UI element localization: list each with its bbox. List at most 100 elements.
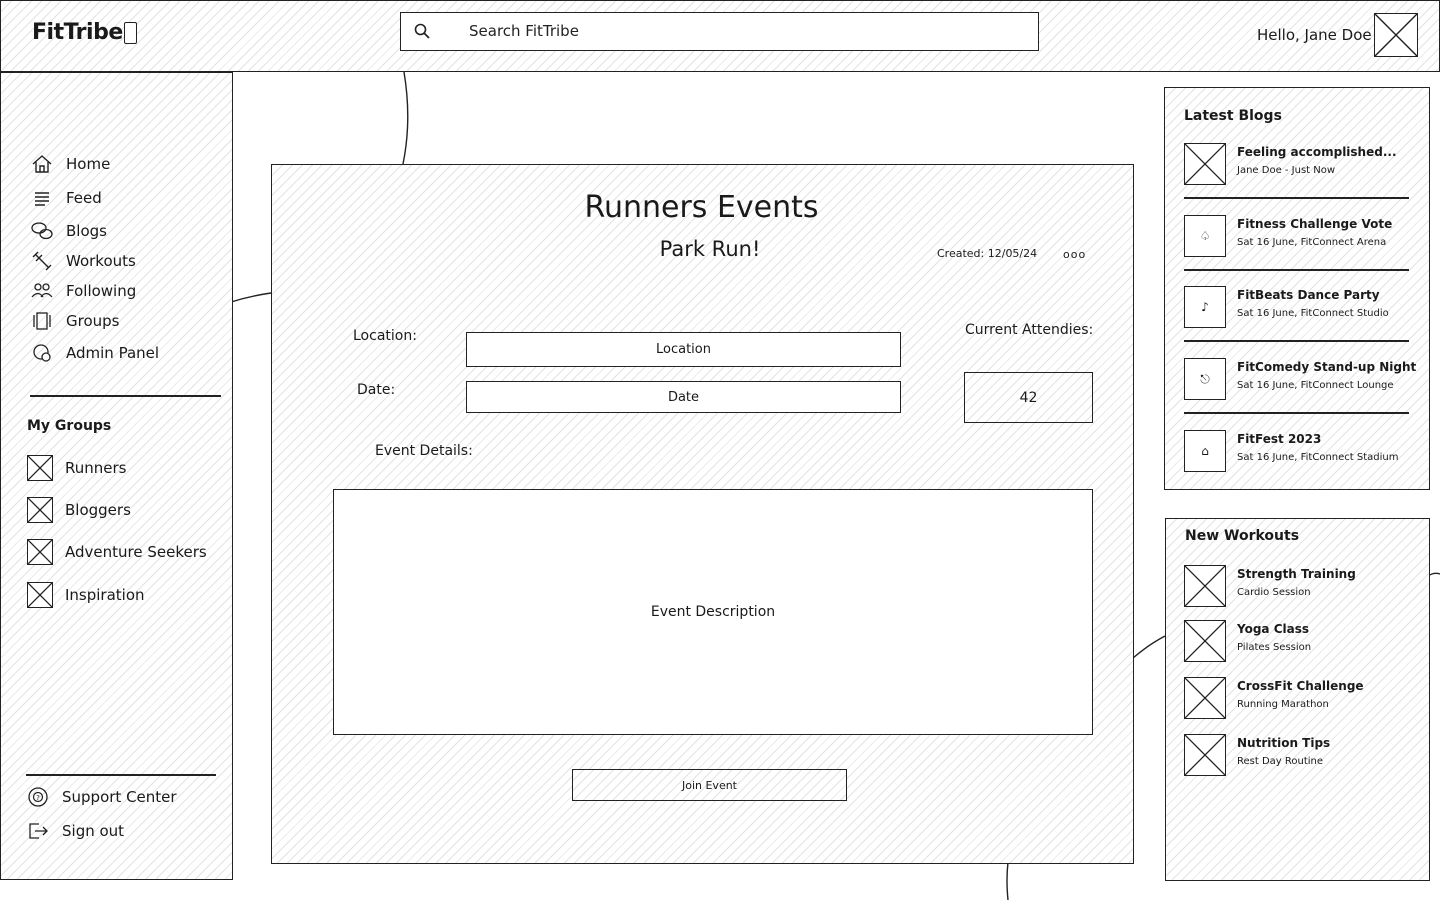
- group-thumbnail-icon: [27, 539, 53, 565]
- placeholder-image-icon: [1184, 565, 1226, 607]
- more-options-icon[interactable]: ooo: [1063, 248, 1086, 261]
- sidebar-item-workouts[interactable]: Workouts: [30, 248, 136, 274]
- group-item-inspiration[interactable]: Inspiration: [27, 582, 145, 608]
- blog-card[interactable]: Feeling accomplished... Jane Doe - Just …: [1184, 143, 1409, 199]
- sidebar-item-home[interactable]: Home: [30, 151, 110, 177]
- workout-title: Nutrition Tips: [1237, 736, 1331, 750]
- workout-title: Strength Training: [1237, 567, 1356, 581]
- blog-divider: [1184, 412, 1409, 414]
- blog-divider: [1184, 340, 1409, 342]
- blog-card[interactable]: ♤ Fitness Challenge Vote Sat 16 June, Fi…: [1184, 215, 1409, 271]
- search-placeholder: Search FitTribe: [469, 22, 579, 40]
- sidebar-item-label: Following: [66, 282, 137, 300]
- home-icon: [32, 155, 52, 173]
- blog-divider: [1184, 197, 1409, 199]
- attendees-label: Current Attendies:: [965, 322, 1094, 338]
- workout-title: Yoga Class: [1237, 622, 1309, 636]
- app-logo[interactable]: FitTribe: [32, 20, 123, 45]
- blog-title: Feeling accomplished...: [1237, 145, 1397, 159]
- sidebar-footer-divider: [26, 774, 216, 776]
- svg-text:?: ?: [36, 794, 40, 802]
- chat-bubbles-icon: [31, 222, 53, 240]
- page-title: Runners Events: [584, 190, 819, 225]
- blog-divider: [1184, 269, 1409, 271]
- workout-card[interactable]: Nutrition Tips Rest Day Routine: [1184, 734, 1409, 776]
- event-name: Park Run!: [659, 237, 761, 261]
- sidebar-item-support-center[interactable]: ? Support Center: [26, 784, 177, 810]
- group-item-runners[interactable]: Runners: [27, 455, 126, 481]
- placeholder-image-icon: [1184, 734, 1226, 776]
- blog-title: FitComedy Stand-up Night: [1237, 360, 1417, 374]
- sidebar-item-label: Blogs: [66, 222, 107, 240]
- event-description-field[interactable]: Event Description: [333, 489, 1093, 735]
- placeholder-image-icon: [1184, 143, 1226, 185]
- blog-title: FitFest 2023: [1237, 432, 1322, 446]
- workout-subtitle: Running Marathon: [1237, 699, 1329, 710]
- group-item-adventure-seekers[interactable]: Adventure Seekers: [27, 539, 207, 565]
- sidebar-item-admin-panel[interactable]: Admin Panel: [30, 340, 159, 366]
- trophy-icon: ♤: [1184, 215, 1226, 257]
- sidebar-item-label: Sign out: [62, 822, 125, 840]
- created-date: Created: 12/05/24: [937, 247, 1038, 260]
- sidebar-item-label: Support Center: [62, 788, 177, 806]
- sidebar-item-sign-out[interactable]: Sign out: [26, 818, 124, 844]
- group-label: Bloggers: [65, 501, 131, 519]
- blog-title: FitBeats Dance Party: [1237, 288, 1380, 302]
- sidebar-item-feed[interactable]: Feed: [30, 185, 102, 211]
- avatar[interactable]: [1374, 13, 1418, 57]
- blog-card[interactable]: ⌂ FitFest 2023 Sat 16 June, FitConnect S…: [1184, 430, 1409, 472]
- sidebar-item-label: Workouts: [66, 252, 136, 270]
- dumbbell-icon: [32, 251, 52, 271]
- new-workouts-heading: New Workouts: [1185, 528, 1300, 544]
- workout-title: CrossFit Challenge: [1237, 679, 1364, 693]
- people-icon: [31, 283, 53, 298]
- microphone-icon: ⎋: [1184, 358, 1226, 400]
- feed-icon: [35, 192, 49, 206]
- blog-title: Fitness Challenge Vote: [1237, 217, 1393, 231]
- sidebar-item-label: Feed: [66, 189, 102, 207]
- blog-card[interactable]: ⎋ FitComedy Stand-up Night Sat 16 June, …: [1184, 358, 1416, 414]
- sidebar-item-groups[interactable]: Groups: [30, 308, 119, 334]
- date-field[interactable]: Date: [466, 381, 901, 413]
- location-label: Location:: [353, 328, 417, 344]
- join-event-button[interactable]: Join Event: [572, 769, 847, 801]
- placeholder-image-icon: [1184, 620, 1226, 662]
- group-label: Adventure Seekers: [65, 543, 207, 561]
- group-label: Inspiration: [65, 586, 145, 604]
- blog-meta: Sat 16 June, FitConnect Lounge: [1237, 380, 1394, 391]
- workout-card[interactable]: Yoga Class Pilates Session: [1184, 620, 1409, 662]
- help-icon: ?: [28, 787, 48, 807]
- blog-meta: Sat 16 June, FitConnect Studio: [1237, 308, 1389, 319]
- workout-subtitle: Cardio Session: [1237, 587, 1311, 598]
- sidebar-item-following[interactable]: Following: [30, 278, 136, 304]
- my-groups-heading: My Groups: [27, 418, 112, 434]
- workout-subtitle: Rest Day Routine: [1237, 756, 1324, 767]
- user-greeting: Hello, Jane Doe: [1257, 26, 1372, 44]
- placeholder-image-icon: [1184, 677, 1226, 719]
- workout-card[interactable]: CrossFit Challenge Running Marathon: [1184, 677, 1409, 719]
- sidebar-item-label: Groups: [66, 312, 120, 330]
- music-note-icon: ♪: [1184, 286, 1226, 328]
- sidebar-item-label: Home: [66, 155, 111, 173]
- sidebar-divider: [30, 395, 221, 397]
- latest-blogs-heading: Latest Blogs: [1184, 108, 1282, 124]
- workout-card[interactable]: Strength Training Cardio Session: [1184, 565, 1409, 607]
- event-details-label: Event Details:: [375, 443, 473, 459]
- workout-subtitle: Pilates Session: [1237, 642, 1312, 653]
- sidebar-item-blogs[interactable]: Blogs: [30, 218, 107, 244]
- blog-meta: Jane Doe - Just Now: [1237, 165, 1336, 176]
- group-thumbnail-icon: [27, 582, 53, 608]
- phone-icon: [124, 22, 137, 44]
- date-label: Date:: [357, 382, 396, 398]
- admin-gear-icon: [33, 344, 51, 362]
- group-item-bloggers[interactable]: Bloggers: [27, 497, 131, 523]
- location-field[interactable]: Location: [466, 332, 901, 367]
- groups-icon: [33, 312, 51, 330]
- blog-card[interactable]: ♪ FitBeats Dance Party Sat 16 June, FitC…: [1184, 286, 1409, 342]
- sidebar-item-label: Admin Panel: [66, 344, 160, 362]
- group-label: Runners: [65, 459, 127, 477]
- tent-icon: ⌂: [1184, 430, 1226, 472]
- group-thumbnail-icon: [27, 455, 53, 481]
- group-thumbnail-icon: [27, 497, 53, 523]
- sign-out-icon: [29, 823, 48, 839]
